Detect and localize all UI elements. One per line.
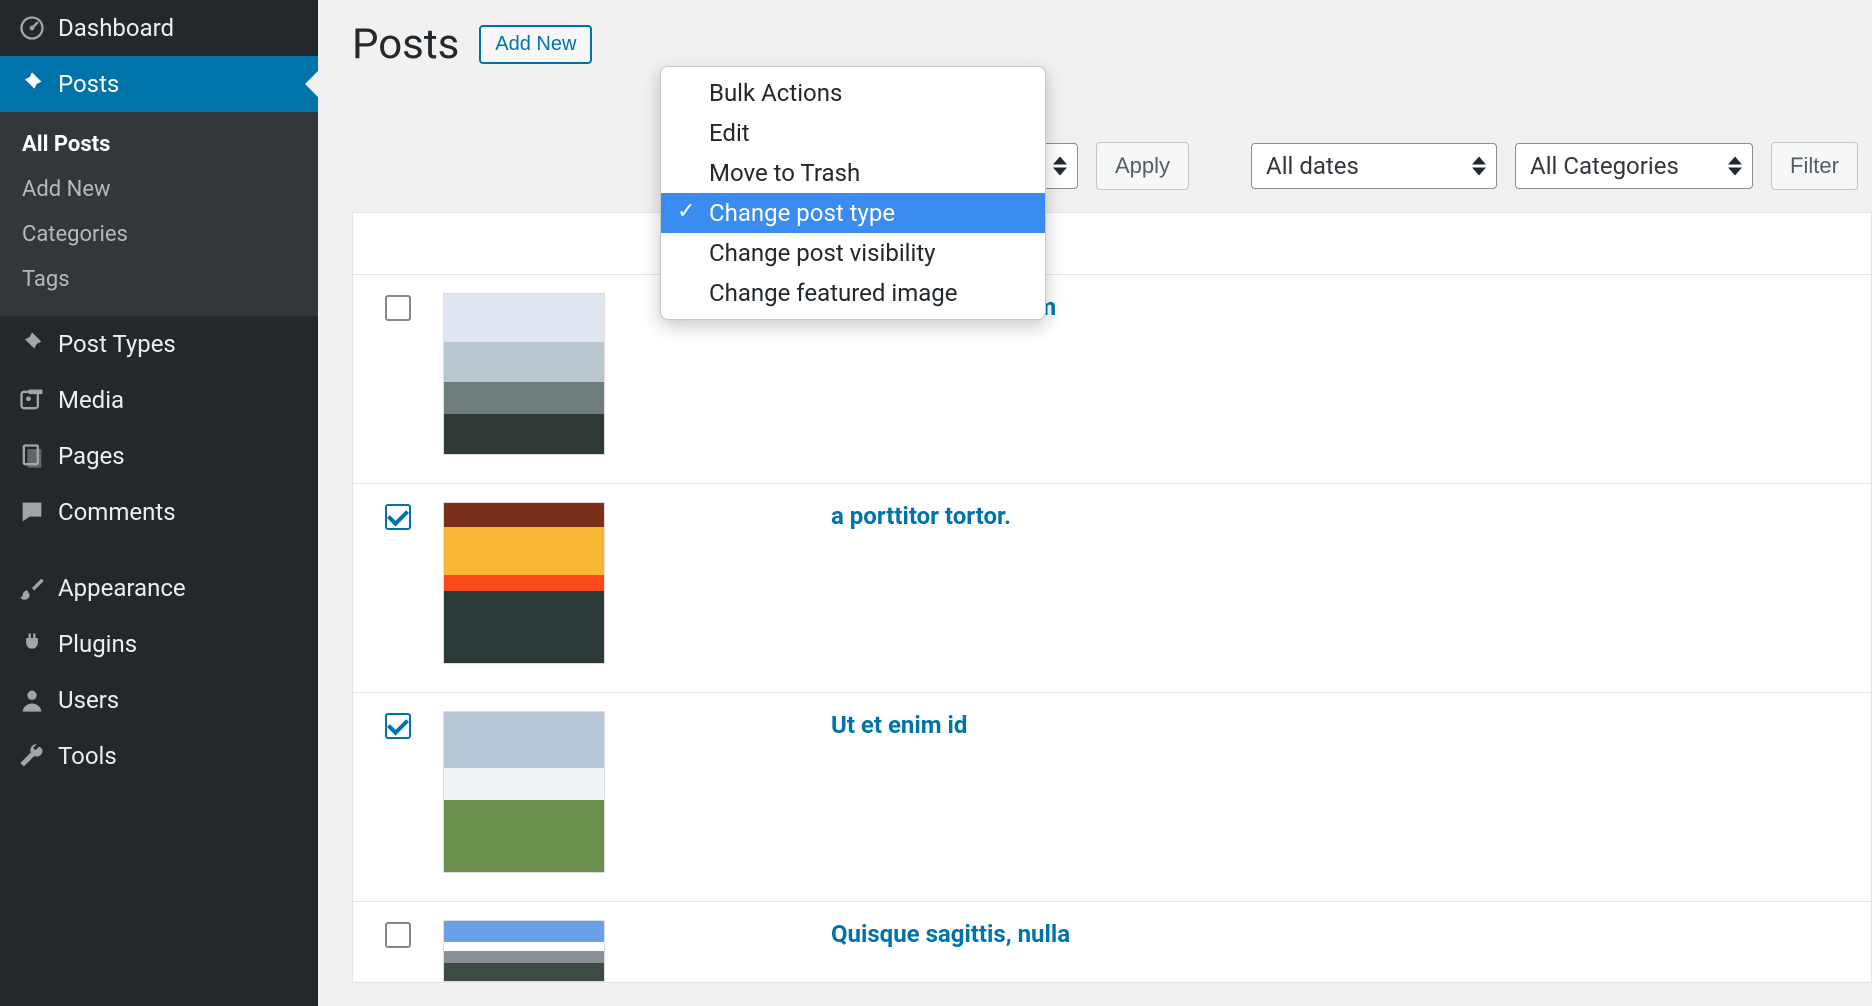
subnav-add-new[interactable]: Add New [0, 167, 318, 212]
table-row: a porttitor tortor. [353, 484, 1871, 693]
media-icon [18, 386, 58, 414]
nav-label: Posts [58, 70, 119, 98]
select-caret-icon [1053, 157, 1067, 176]
pin-icon [18, 70, 58, 98]
select-caret-icon [1728, 157, 1742, 176]
nav-label: Comments [58, 498, 176, 526]
featured-image-thumb[interactable] [443, 502, 605, 664]
featured-image-thumb[interactable] [443, 920, 605, 982]
comments-icon [18, 498, 58, 526]
pages-icon [18, 442, 58, 470]
bulk-option-trash[interactable]: Move to Trash [661, 153, 1045, 193]
categories-select[interactable]: All Categories [1515, 143, 1753, 189]
table-row: adipiscing elit. Etiam [353, 275, 1871, 484]
select-value: All dates [1266, 152, 1359, 180]
dates-select[interactable]: All dates [1251, 143, 1497, 189]
bulk-action-dropdown: Bulk Actions Edit Move to Trash Change p… [660, 66, 1046, 320]
post-title-link[interactable]: a porttitor tortor. [831, 502, 1011, 530]
main-content: Posts Add New Private (1) Page Apply All… [318, 0, 1872, 1006]
nav-comments[interactable]: Comments [0, 484, 318, 540]
bulk-option-change-visibility[interactable]: Change post visibility [661, 233, 1045, 273]
nav-label: Post Types [58, 330, 176, 358]
subnav-all-posts[interactable]: All Posts [0, 122, 318, 167]
nav-tools[interactable]: Tools [0, 728, 318, 784]
nav-label: Plugins [58, 630, 137, 658]
row-checkbox[interactable] [385, 295, 411, 321]
nav-plugins[interactable]: Plugins [0, 616, 318, 672]
select-value: All Categories [1530, 152, 1679, 180]
nav-pages[interactable]: Pages [0, 428, 318, 484]
bulk-option-change-post-type[interactable]: Change post type [661, 193, 1045, 233]
nav-label: Appearance [58, 574, 186, 602]
featured-image-thumb[interactable] [443, 293, 605, 455]
nav-label: Dashboard [58, 14, 174, 42]
nav-posts-submenu: All Posts Add New Categories Tags [0, 112, 318, 316]
nav-label: Users [58, 686, 119, 714]
nav-dashboard[interactable]: Dashboard [0, 0, 318, 56]
filter-button[interactable]: Filter [1771, 142, 1858, 190]
nav-label: Media [58, 386, 124, 414]
nav-appearance[interactable]: Appearance [0, 560, 318, 616]
pin-icon [18, 330, 58, 358]
table-row: Ut et enim id [353, 693, 1871, 902]
plug-icon [18, 630, 58, 658]
posts-table: Title adipiscing elit. Etiam a porttitor… [352, 212, 1872, 983]
featured-image-thumb[interactable] [443, 711, 605, 873]
nav-media[interactable]: Media [0, 372, 318, 428]
brush-icon [18, 574, 58, 602]
apply-button[interactable]: Apply [1096, 142, 1189, 190]
dashboard-icon [18, 14, 58, 42]
page-title: Posts [352, 20, 459, 69]
bulk-option-edit[interactable]: Edit [661, 113, 1045, 153]
nav-label: Tools [58, 742, 117, 770]
status-filters: Private (1) [352, 91, 1872, 116]
subnav-categories[interactable]: Categories [0, 212, 318, 257]
bulk-option-change-featured-image[interactable]: Change featured image [661, 273, 1045, 313]
user-icon [18, 686, 58, 714]
bulk-option-bulk-actions[interactable]: Bulk Actions [661, 73, 1045, 113]
nav-label: Pages [58, 442, 125, 470]
row-checkbox[interactable] [385, 504, 411, 530]
row-checkbox[interactable] [385, 922, 411, 948]
select-caret-icon [1472, 157, 1486, 176]
subnav-tags[interactable]: Tags [0, 257, 318, 302]
post-title-link[interactable]: Quisque sagittis, nulla [831, 920, 1070, 948]
row-checkbox[interactable] [385, 713, 411, 739]
admin-sidebar: Dashboard Posts All Posts Add New Catego… [0, 0, 318, 1006]
nav-post-types[interactable]: Post Types [0, 316, 318, 372]
post-title-link[interactable]: Ut et enim id [831, 711, 967, 739]
nav-posts[interactable]: Posts [0, 56, 318, 112]
table-header: Title [353, 213, 1871, 275]
table-row: Quisque sagittis, nulla [353, 902, 1871, 982]
wrench-icon [18, 742, 58, 770]
nav-users[interactable]: Users [0, 672, 318, 728]
add-new-button[interactable]: Add New [479, 25, 592, 64]
